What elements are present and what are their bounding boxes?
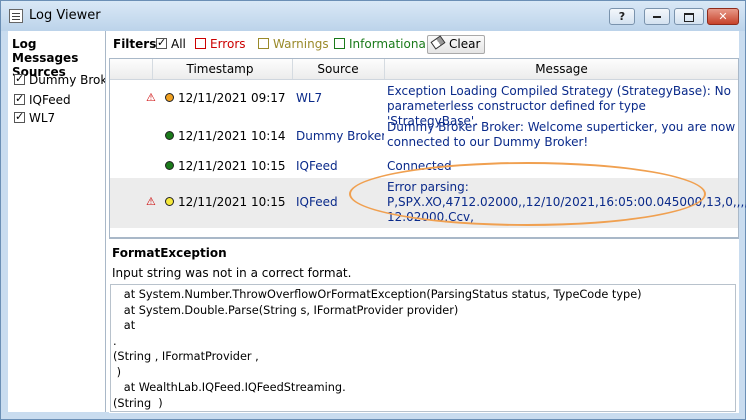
stack-line: at xyxy=(113,319,136,332)
source-checkbox[interactable] xyxy=(14,110,25,123)
minimize-icon xyxy=(653,16,661,18)
stack-trace-box[interactable]: at System.Number.ThrowOverflowOrFormatEx… xyxy=(110,284,736,412)
exception-detail-panel: FormatException Input string was not in … xyxy=(109,238,739,413)
timestamp-cell: 12/11/2021 09:17:1 xyxy=(178,91,286,105)
sources-panel: Log Messages Sources Dummy Broker IQFeed… xyxy=(8,31,106,412)
source-item-iqfeed[interactable]: IQFeed xyxy=(14,92,71,109)
message-line: connected to our Dummy Broker! xyxy=(387,135,589,149)
log-viewer-window: Log Viewer ? ✕ Log Messages Sources Dumm… xyxy=(0,0,746,420)
minimize-button[interactable] xyxy=(644,8,670,25)
stack-line: at System.Double.Parse(String s, IFormat… xyxy=(113,303,459,317)
stack-line: ) xyxy=(113,365,121,379)
client-area: Log Messages Sources Dummy Broker IQFeed… xyxy=(8,31,746,413)
filter-all-checkbox[interactable] xyxy=(156,36,167,49)
close-button[interactable]: ✕ xyxy=(707,8,739,25)
column-divider[interactable] xyxy=(152,59,153,79)
filter-warnings-checkbox[interactable] xyxy=(258,38,269,49)
filter-informational-checkbox[interactable] xyxy=(334,38,345,49)
message-line: Exception Loading Compiled Strategy (Str… xyxy=(387,84,731,98)
source-item-dummy-broker[interactable]: Dummy Broker xyxy=(14,72,105,89)
main-panel: Filters All Errors Warnings Informationa… xyxy=(109,31,746,413)
filter-errors[interactable]: Errors xyxy=(195,37,246,51)
message-line: Dummy Broker Broker: Welcome superticker… xyxy=(387,120,736,134)
source-cell: Dummy Broker xyxy=(296,129,384,143)
log-row[interactable]: 12/11/2021 10:14:4 Dummy Broker Dummy Br… xyxy=(110,117,738,155)
filter-warnings-label: Warnings xyxy=(273,37,329,51)
timestamp-cell: 12/11/2021 10:15:3 xyxy=(178,195,286,209)
source-cell: WL7 xyxy=(296,91,323,105)
column-header-message[interactable]: Message xyxy=(385,62,738,76)
filters-label: Filters xyxy=(113,37,157,51)
source-label: WL7 xyxy=(29,111,56,125)
status-dot-orange-icon xyxy=(165,93,174,102)
maximize-icon xyxy=(684,12,694,22)
log-row[interactable]: 12/11/2021 09:17:1 WL7 Exception Loading… xyxy=(110,80,738,128)
grid-header: Timestamp Source Message xyxy=(110,59,738,80)
column-header-timestamp[interactable]: Timestamp xyxy=(155,62,285,76)
source-checkbox[interactable] xyxy=(14,72,25,85)
source-label: IQFeed xyxy=(29,93,71,107)
stack-line: (String ) xyxy=(113,396,163,410)
clear-button[interactable]: Clear xyxy=(427,35,485,54)
status-dot-green-icon xyxy=(165,161,174,170)
timestamp-cell: 12/11/2021 10:15:3 xyxy=(178,159,286,173)
source-cell: IQFeed xyxy=(296,159,338,173)
filter-all-label: All xyxy=(171,37,186,51)
stack-line: (String , IFormatProvider , xyxy=(113,350,259,363)
maximize-button[interactable] xyxy=(674,8,704,25)
message-cell: Dummy Broker Broker: Welcome superticker… xyxy=(387,120,735,150)
filter-errors-label: Errors xyxy=(210,37,246,51)
exception-message: Input string was not in a correct format… xyxy=(112,266,352,280)
stack-line: . xyxy=(113,334,117,348)
status-dot-green-icon xyxy=(165,131,174,140)
timestamp-cell: 12/11/2021 10:14:4 xyxy=(178,129,286,143)
clear-label: Clear xyxy=(449,37,481,51)
window-title: Log Viewer xyxy=(29,8,101,23)
title-bar[interactable]: Log Viewer ? ✕ xyxy=(1,1,745,31)
status-dot-yellow-icon xyxy=(165,197,174,206)
source-label: Dummy Broker xyxy=(29,73,105,87)
highlight-ellipse xyxy=(349,162,706,226)
filter-informational-label: Informational xyxy=(349,37,430,51)
help-button[interactable]: ? xyxy=(609,8,635,25)
exception-title: FormatException xyxy=(112,246,227,260)
stack-line: at System.Number.ThrowOverflowOrFormatEx… xyxy=(113,288,642,301)
log-viewer-app-icon xyxy=(9,9,23,23)
filter-errors-checkbox[interactable] xyxy=(195,38,206,49)
source-checkbox[interactable] xyxy=(14,92,25,105)
column-header-source[interactable]: Source xyxy=(293,62,383,76)
eraser-icon xyxy=(430,35,446,50)
filter-all[interactable]: All xyxy=(156,36,186,51)
filter-informational[interactable]: Informational xyxy=(334,37,429,51)
source-item-wl7[interactable]: WL7 xyxy=(14,110,56,127)
stack-line: at WealthLab.IQFeed.IQFeedStreaming. xyxy=(113,381,346,394)
filter-bar: Filters All Errors Warnings Informationa… xyxy=(109,31,739,57)
filter-warnings[interactable]: Warnings xyxy=(258,37,329,51)
